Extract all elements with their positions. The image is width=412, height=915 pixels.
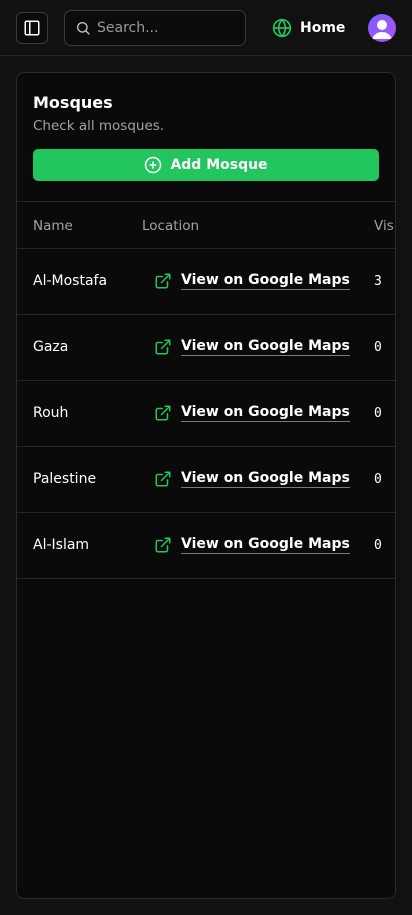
google-maps-link[interactable]: View on Google Maps bbox=[154, 533, 350, 557]
add-mosque-button[interactable]: Add Mosque bbox=[33, 149, 379, 181]
table-row: Al-Mostafa View on Google Maps 3 bbox=[17, 249, 395, 315]
google-maps-link[interactable]: View on Google Maps bbox=[154, 467, 350, 491]
external-link-icon bbox=[155, 339, 171, 355]
search-input[interactable] bbox=[97, 20, 237, 36]
visits-count: 0 bbox=[374, 472, 382, 487]
google-maps-link[interactable]: View on Google Maps bbox=[154, 269, 350, 293]
column-header-visits[interactable]: Vis bbox=[374, 218, 394, 234]
sidebar-toggle-button[interactable] bbox=[16, 12, 48, 44]
visits-count: 0 bbox=[374, 340, 382, 355]
google-maps-link-label: View on Google Maps bbox=[181, 536, 350, 554]
google-maps-link-label: View on Google Maps bbox=[181, 404, 350, 422]
external-link-icon bbox=[155, 405, 171, 421]
search-icon bbox=[77, 22, 90, 35]
plus-circle-icon bbox=[145, 156, 162, 174]
page-title: Mosques bbox=[33, 93, 113, 112]
table-row: Al-Islam View on Google Maps 0 bbox=[17, 513, 395, 579]
visits-count: 0 bbox=[374, 406, 382, 421]
page-subtitle: Check all mosques. bbox=[33, 118, 165, 134]
google-maps-link[interactable]: View on Google Maps bbox=[154, 401, 350, 425]
mosque-name: Gaza bbox=[33, 339, 69, 355]
google-maps-link-label: View on Google Maps bbox=[181, 272, 350, 290]
user-avatar-icon bbox=[372, 20, 392, 39]
google-maps-link-label: View on Google Maps bbox=[181, 470, 350, 488]
table-row: Palestine View on Google Maps 0 bbox=[17, 447, 395, 513]
globe-icon bbox=[272, 18, 292, 38]
external-link-icon bbox=[155, 537, 171, 553]
external-link-icon bbox=[155, 471, 171, 487]
mosques-card: Mosques Check all mosques. Add Mosque Na… bbox=[16, 72, 396, 899]
column-header-name[interactable]: Name bbox=[33, 218, 73, 234]
home-label: Home bbox=[300, 20, 346, 36]
mosque-name: Rouh bbox=[33, 405, 69, 421]
search-box[interactable] bbox=[64, 10, 246, 46]
google-maps-link-label: View on Google Maps bbox=[181, 338, 350, 356]
table-row: Gaza View on Google Maps 0 bbox=[17, 315, 395, 381]
mosque-name: Palestine bbox=[33, 471, 97, 487]
visits-count: 0 bbox=[374, 538, 382, 553]
table-header: Name Location Vis bbox=[17, 201, 395, 249]
external-link-icon bbox=[155, 273, 171, 289]
mosque-name: Al-Islam bbox=[33, 537, 90, 553]
table-row: Rouh View on Google Maps 0 bbox=[17, 381, 395, 447]
top-bar: Home bbox=[0, 0, 412, 56]
column-header-location[interactable]: Location bbox=[142, 218, 199, 234]
add-mosque-label: Add Mosque bbox=[170, 157, 268, 173]
home-link[interactable]: Home bbox=[272, 16, 345, 40]
sidebar-toggle-icon bbox=[24, 20, 40, 36]
mosques-table: Name Location Vis Al-Mostafa View on Goo… bbox=[17, 201, 395, 579]
visits-count: 3 bbox=[374, 274, 382, 289]
google-maps-link[interactable]: View on Google Maps bbox=[154, 335, 350, 359]
mosque-name: Al-Mostafa bbox=[33, 273, 108, 289]
avatar[interactable] bbox=[368, 14, 396, 42]
